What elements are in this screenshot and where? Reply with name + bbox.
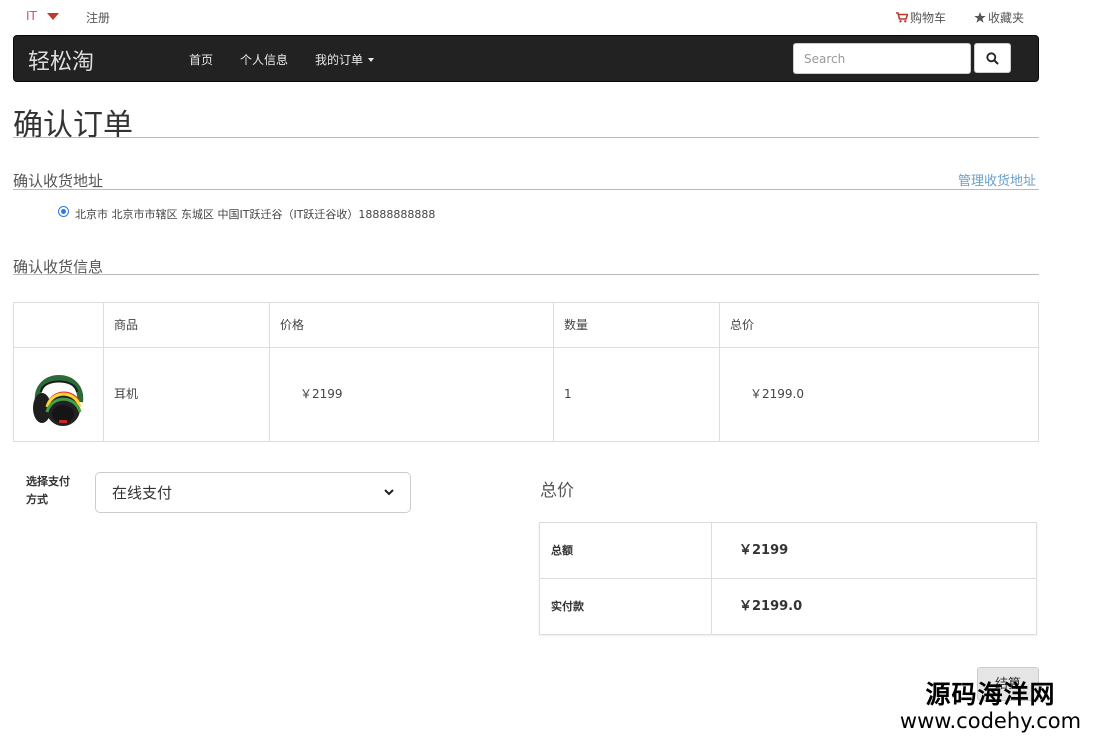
manage-address-link[interactable]: 管理收货地址 [958,170,1036,189]
nav-home[interactable]: 首页 [189,51,213,68]
nav-orders-label: 我的订单 [315,53,364,67]
address-radio[interactable] [58,206,69,217]
cart-icon [896,12,908,23]
search-input[interactable] [793,43,971,74]
goods-table: 商品 价格 数量 总价 耳机 ￥2199 1 ￥2199.0 [13,302,1039,442]
favorites-link[interactable]: 收藏夹 [974,9,1024,26]
cart-link[interactable]: 购物车 [896,9,946,26]
watermark-line2: www.codehy.com [899,709,1082,733]
star-icon [974,12,986,23]
divider [13,189,1039,190]
product-image-cell [14,348,104,442]
nav-profile[interactable]: 个人信息 [240,51,288,68]
address-text: 北京市 北京市市辖区 东城区 中国IT跃迁谷（IT跃迁谷收）1888888888… [75,208,436,221]
divider [13,274,1039,275]
nav-orders-dropdown[interactable]: 我的订单 [315,51,375,68]
watermark: 源码海洋网 www.codehy.com [888,680,1093,734]
watermark-line1: 源码海洋网 [925,680,1056,709]
product-quantity: 1 [554,348,720,442]
headphones-image[interactable] [28,362,90,428]
search-button[interactable] [974,43,1011,73]
payment-method-label: 选择支付方式 [26,475,70,506]
top-bar: IT 注册 购物车 收藏夹 [0,0,1095,34]
amount-value: ￥2199 [712,523,1036,579]
navbar: 轻松淘 首页 个人信息 我的订单 [13,35,1039,82]
divider [13,137,1039,138]
address-section-title: 确认收货地址 [13,172,104,190]
table-header-price: 价格 [270,303,554,348]
paid-label: 实付款 [540,579,712,635]
summary-table: 总额 ￥2199 实付款 ￥2199.0 [539,522,1037,635]
payment-selected-value: 在线支付 [112,484,173,502]
payment-method-select[interactable]: 在线支付 [95,472,411,513]
paid-value: ￥2199.0 [739,599,803,614]
caret-down-icon [46,13,59,20]
caret-down-icon [368,57,375,62]
favorites-label: 收藏夹 [988,11,1025,25]
table-header-total: 总价 [720,303,1038,348]
register-link[interactable]: 注册 [86,9,110,26]
username: IT [26,9,37,23]
amount-label: 总额 [540,523,712,579]
product-name: 耳机 [104,348,270,442]
table-header-quantity: 数量 [554,303,720,348]
table-header-product: 商品 [104,303,270,348]
brand-logo[interactable]: 轻松淘 [28,44,94,76]
chevron-down-icon [384,489,394,496]
cart-label: 购物车 [910,11,947,25]
search-icon [986,51,999,65]
user-menu[interactable]: IT [26,9,59,23]
product-total: ￥2199.0 [750,387,804,401]
summary-title: 总价 [540,481,574,501]
product-price: ￥2199 [270,348,554,442]
table-header-image [14,303,104,348]
